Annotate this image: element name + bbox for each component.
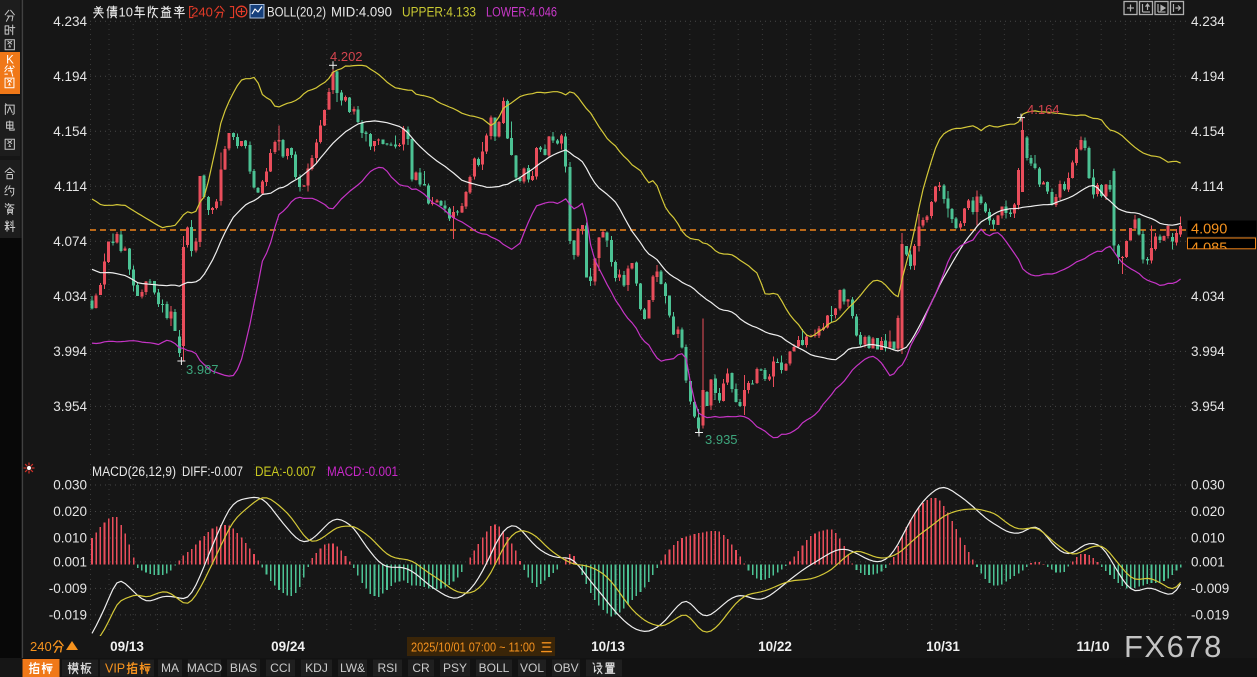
svg-text:4.154: 4.154 [1191, 124, 1225, 139]
svg-text:MID:4.090: MID:4.090 [331, 5, 392, 20]
svg-text:4.194: 4.194 [1191, 69, 1225, 84]
svg-text:BIAS: BIAS [230, 661, 257, 675]
svg-text:240: 240 [30, 639, 52, 654]
svg-text:0.010: 0.010 [1191, 531, 1225, 546]
svg-text:MACD:-0.001: MACD:-0.001 [327, 464, 398, 479]
svg-text:11/10: 11/10 [1076, 639, 1109, 654]
svg-text:CR: CR [412, 661, 430, 675]
svg-text:240: 240 [191, 5, 213, 20]
svg-text:10/31: 10/31 [926, 639, 960, 654]
svg-text:4.164: 4.164 [1027, 102, 1060, 117]
svg-text:UPPER:4.133: UPPER:4.133 [402, 5, 476, 20]
svg-text:10: 10 [119, 5, 133, 20]
svg-text:09/24: 09/24 [271, 639, 305, 654]
svg-text:4.234: 4.234 [53, 14, 87, 29]
svg-text:VOL: VOL [520, 661, 544, 675]
svg-text:3.954: 3.954 [1191, 399, 1225, 414]
svg-text:0.001: 0.001 [1191, 555, 1225, 570]
svg-text:3.987: 3.987 [186, 362, 219, 377]
svg-text:4.234: 4.234 [1191, 14, 1225, 29]
svg-text:2025/10/01 07:00 ~ 11:00: 2025/10/01 07:00 ~ 11:00 [411, 640, 535, 655]
svg-text:0.030: 0.030 [1191, 478, 1225, 493]
svg-text:OBV: OBV [553, 661, 578, 675]
svg-text:4.202: 4.202 [330, 49, 363, 64]
svg-text:0.010: 0.010 [53, 531, 87, 546]
svg-text:4.074: 4.074 [53, 234, 87, 249]
svg-text:4.114: 4.114 [1191, 179, 1224, 194]
svg-text:09/13: 09/13 [110, 639, 144, 654]
svg-text:3.994: 3.994 [1191, 344, 1225, 359]
svg-text:MACD: MACD [187, 661, 223, 675]
svg-text:3.935: 3.935 [705, 432, 738, 447]
svg-text:MACD(26,12,9): MACD(26,12,9) [92, 464, 176, 479]
svg-text:MA: MA [161, 661, 179, 675]
svg-text:-0.009: -0.009 [1191, 581, 1229, 596]
svg-text:4.090: 4.090 [1191, 222, 1227, 238]
svg-text:LW&: LW& [340, 661, 365, 675]
svg-text:-0.009: -0.009 [49, 581, 87, 596]
svg-text:10/22: 10/22 [758, 639, 792, 654]
svg-text:4.034: 4.034 [53, 289, 87, 304]
svg-text:RSI: RSI [377, 661, 397, 675]
svg-text:4.114: 4.114 [54, 179, 87, 194]
svg-text:3.994: 3.994 [53, 344, 87, 359]
svg-text:VIP: VIP [105, 662, 125, 676]
svg-text:BOLL: BOLL [479, 661, 510, 675]
svg-text:K: K [6, 55, 14, 67]
svg-text:0.020: 0.020 [53, 504, 87, 519]
svg-text:4.154: 4.154 [53, 124, 87, 139]
svg-text:CCI: CCI [270, 661, 291, 675]
svg-text:BOLL(20,2): BOLL(20,2) [267, 5, 326, 20]
svg-text:PSY: PSY [443, 661, 467, 675]
svg-text:4.194: 4.194 [53, 69, 87, 84]
svg-text:0.030: 0.030 [53, 478, 87, 493]
svg-text:-0.019: -0.019 [49, 608, 87, 623]
svg-text:DIFF:-0.007: DIFF:-0.007 [182, 464, 243, 479]
svg-text:0.001: 0.001 [53, 555, 87, 570]
svg-text:10/13: 10/13 [591, 639, 625, 654]
svg-text:0.020: 0.020 [1191, 504, 1225, 519]
svg-text:3.954: 3.954 [53, 399, 87, 414]
svg-text:LOWER:4.046: LOWER:4.046 [486, 5, 557, 20]
svg-text:KDJ: KDJ [305, 661, 328, 675]
svg-text:-0.019: -0.019 [1191, 608, 1229, 623]
svg-text:DEA:-0.007: DEA:-0.007 [255, 464, 316, 479]
svg-text:4.034: 4.034 [1191, 289, 1225, 304]
